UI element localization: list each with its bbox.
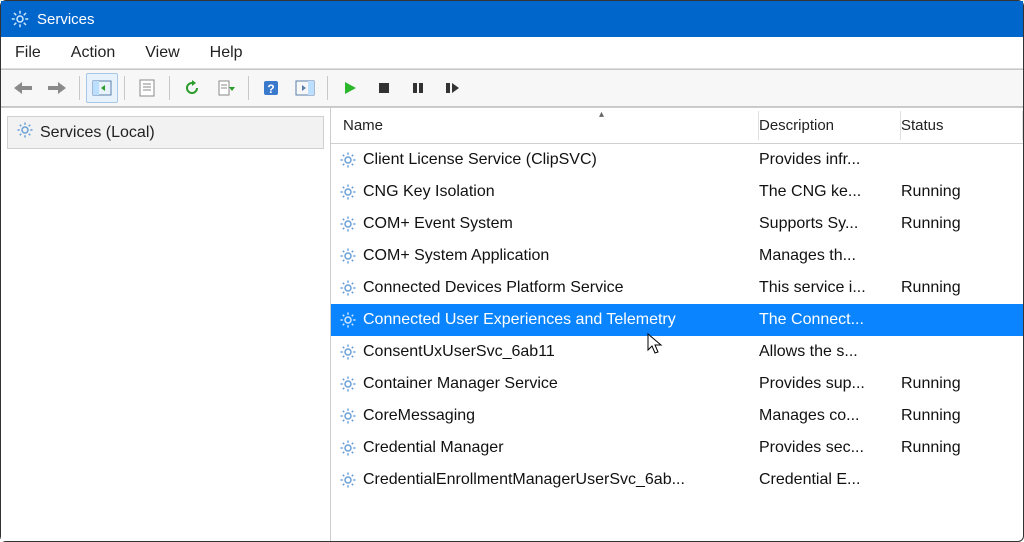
export-list-button[interactable] (210, 73, 242, 103)
service-gear-icon (339, 183, 357, 201)
service-row[interactable]: CNG Key Isolation The CNG ke...Running (331, 176, 1023, 208)
tree-pane: Services (Local) (1, 108, 331, 541)
column-header-name[interactable]: Name ▴ (339, 111, 759, 140)
service-description: This service i... (759, 279, 901, 297)
service-name: ConsentUxUserSvc_6ab11 (363, 343, 555, 361)
service-gear-icon (339, 407, 357, 425)
toolbar: ? (1, 69, 1023, 107)
service-status: Running (901, 215, 1023, 233)
service-gear-icon (339, 215, 357, 233)
service-gear-icon (339, 471, 357, 489)
service-status: Running (901, 375, 1023, 393)
service-name: Connected Devices Platform Service (363, 279, 624, 297)
service-row[interactable]: Connected User Experiences and Telemetry… (331, 304, 1023, 336)
toolbar-separator (124, 76, 125, 100)
sort-indicator-icon: ▴ (599, 109, 604, 120)
refresh-button[interactable] (176, 73, 208, 103)
service-description: Manages th... (759, 247, 901, 265)
service-name: CredentialEnrollmentManagerUserSvc_6ab..… (363, 471, 685, 489)
service-name: CNG Key Isolation (363, 183, 495, 201)
stop-service-button[interactable] (368, 73, 400, 103)
service-description: The Connect... (759, 311, 901, 329)
service-gear-icon (339, 343, 357, 361)
tree-root-label: Services (Local) (40, 124, 155, 142)
service-row[interactable]: Container Manager Service Provides sup...… (331, 368, 1023, 400)
service-description: Credential E... (759, 471, 901, 489)
toolbar-separator (327, 76, 328, 100)
svg-text:?: ? (267, 82, 274, 96)
menu-file[interactable]: File (15, 44, 41, 62)
service-description: The CNG ke... (759, 183, 901, 201)
service-name: Client License Service (ClipSVC) (363, 151, 597, 169)
list-header: Name ▴ Description Status (331, 108, 1023, 144)
restart-service-button[interactable] (436, 73, 468, 103)
service-name: Container Manager Service (363, 375, 558, 393)
toolbar-separator (79, 76, 80, 100)
service-name: Credential Manager (363, 439, 504, 457)
service-gear-icon (339, 279, 357, 297)
column-header-status[interactable]: Status (901, 111, 1023, 140)
service-description: Provides infr... (759, 151, 901, 169)
nav-forward-button[interactable] (41, 73, 73, 103)
menu-help[interactable]: Help (210, 44, 243, 62)
tree-root-services-local[interactable]: Services (Local) (7, 116, 324, 149)
service-row[interactable]: COM+ Event System Supports Sy...Running (331, 208, 1023, 240)
menu-action[interactable]: Action (71, 44, 115, 62)
service-row[interactable]: CoreMessaging Manages co...Running (331, 400, 1023, 432)
menu-view[interactable]: View (145, 44, 179, 62)
service-gear-icon (339, 247, 357, 265)
services-list: Client License Service (ClipSVC) Provides… (331, 144, 1023, 541)
show-hide-tree-button[interactable] (86, 73, 118, 103)
service-row[interactable]: CredentialEnrollmentManagerUserSvc_6ab..… (331, 464, 1023, 496)
service-row[interactable]: Client License Service (ClipSVC) Provides… (331, 144, 1023, 176)
start-service-button[interactable] (334, 73, 366, 103)
service-status: Running (901, 439, 1023, 457)
service-name: CoreMessaging (363, 407, 475, 425)
column-header-description[interactable]: Description (759, 111, 901, 140)
show-hide-action-pane-button[interactable] (289, 73, 321, 103)
help-button[interactable]: ? (255, 73, 287, 103)
service-gear-icon (339, 375, 357, 393)
service-name: Connected User Experiences and Telemetry (363, 311, 676, 329)
service-status: Running (901, 407, 1023, 425)
service-row[interactable]: Connected Devices Platform Service This s… (331, 272, 1023, 304)
service-row[interactable]: Credential Manager Provides sec...Running (331, 432, 1023, 464)
service-description: Supports Sy... (759, 215, 901, 233)
toolbar-separator (248, 76, 249, 100)
service-description: Manages co... (759, 407, 901, 425)
service-row[interactable]: COM+ System Application Manages th... (331, 240, 1023, 272)
pause-service-button[interactable] (402, 73, 434, 103)
toolbar-separator (169, 76, 170, 100)
service-name: COM+ Event System (363, 215, 513, 233)
window-title: Services (37, 11, 95, 28)
menubar: File Action View Help (1, 37, 1023, 69)
service-description: Allows the s... (759, 343, 901, 361)
titlebar: Services (1, 1, 1023, 37)
service-status: Running (901, 279, 1023, 297)
service-description: Provides sup... (759, 375, 901, 393)
service-name: COM+ System Application (363, 247, 549, 265)
service-row[interactable]: ConsentUxUserSvc_6ab11 Allows the s... (331, 336, 1023, 368)
content-area: Services (Local) Name ▴ Description Stat… (1, 107, 1023, 541)
service-description: Provides sec... (759, 439, 901, 457)
nav-back-button[interactable] (7, 73, 39, 103)
service-status: Running (901, 183, 1023, 201)
gear-icon (16, 121, 34, 144)
properties-button[interactable] (131, 73, 163, 103)
service-gear-icon (339, 439, 357, 457)
service-gear-icon (339, 311, 357, 329)
services-app-icon (11, 10, 29, 28)
service-gear-icon (339, 151, 357, 169)
